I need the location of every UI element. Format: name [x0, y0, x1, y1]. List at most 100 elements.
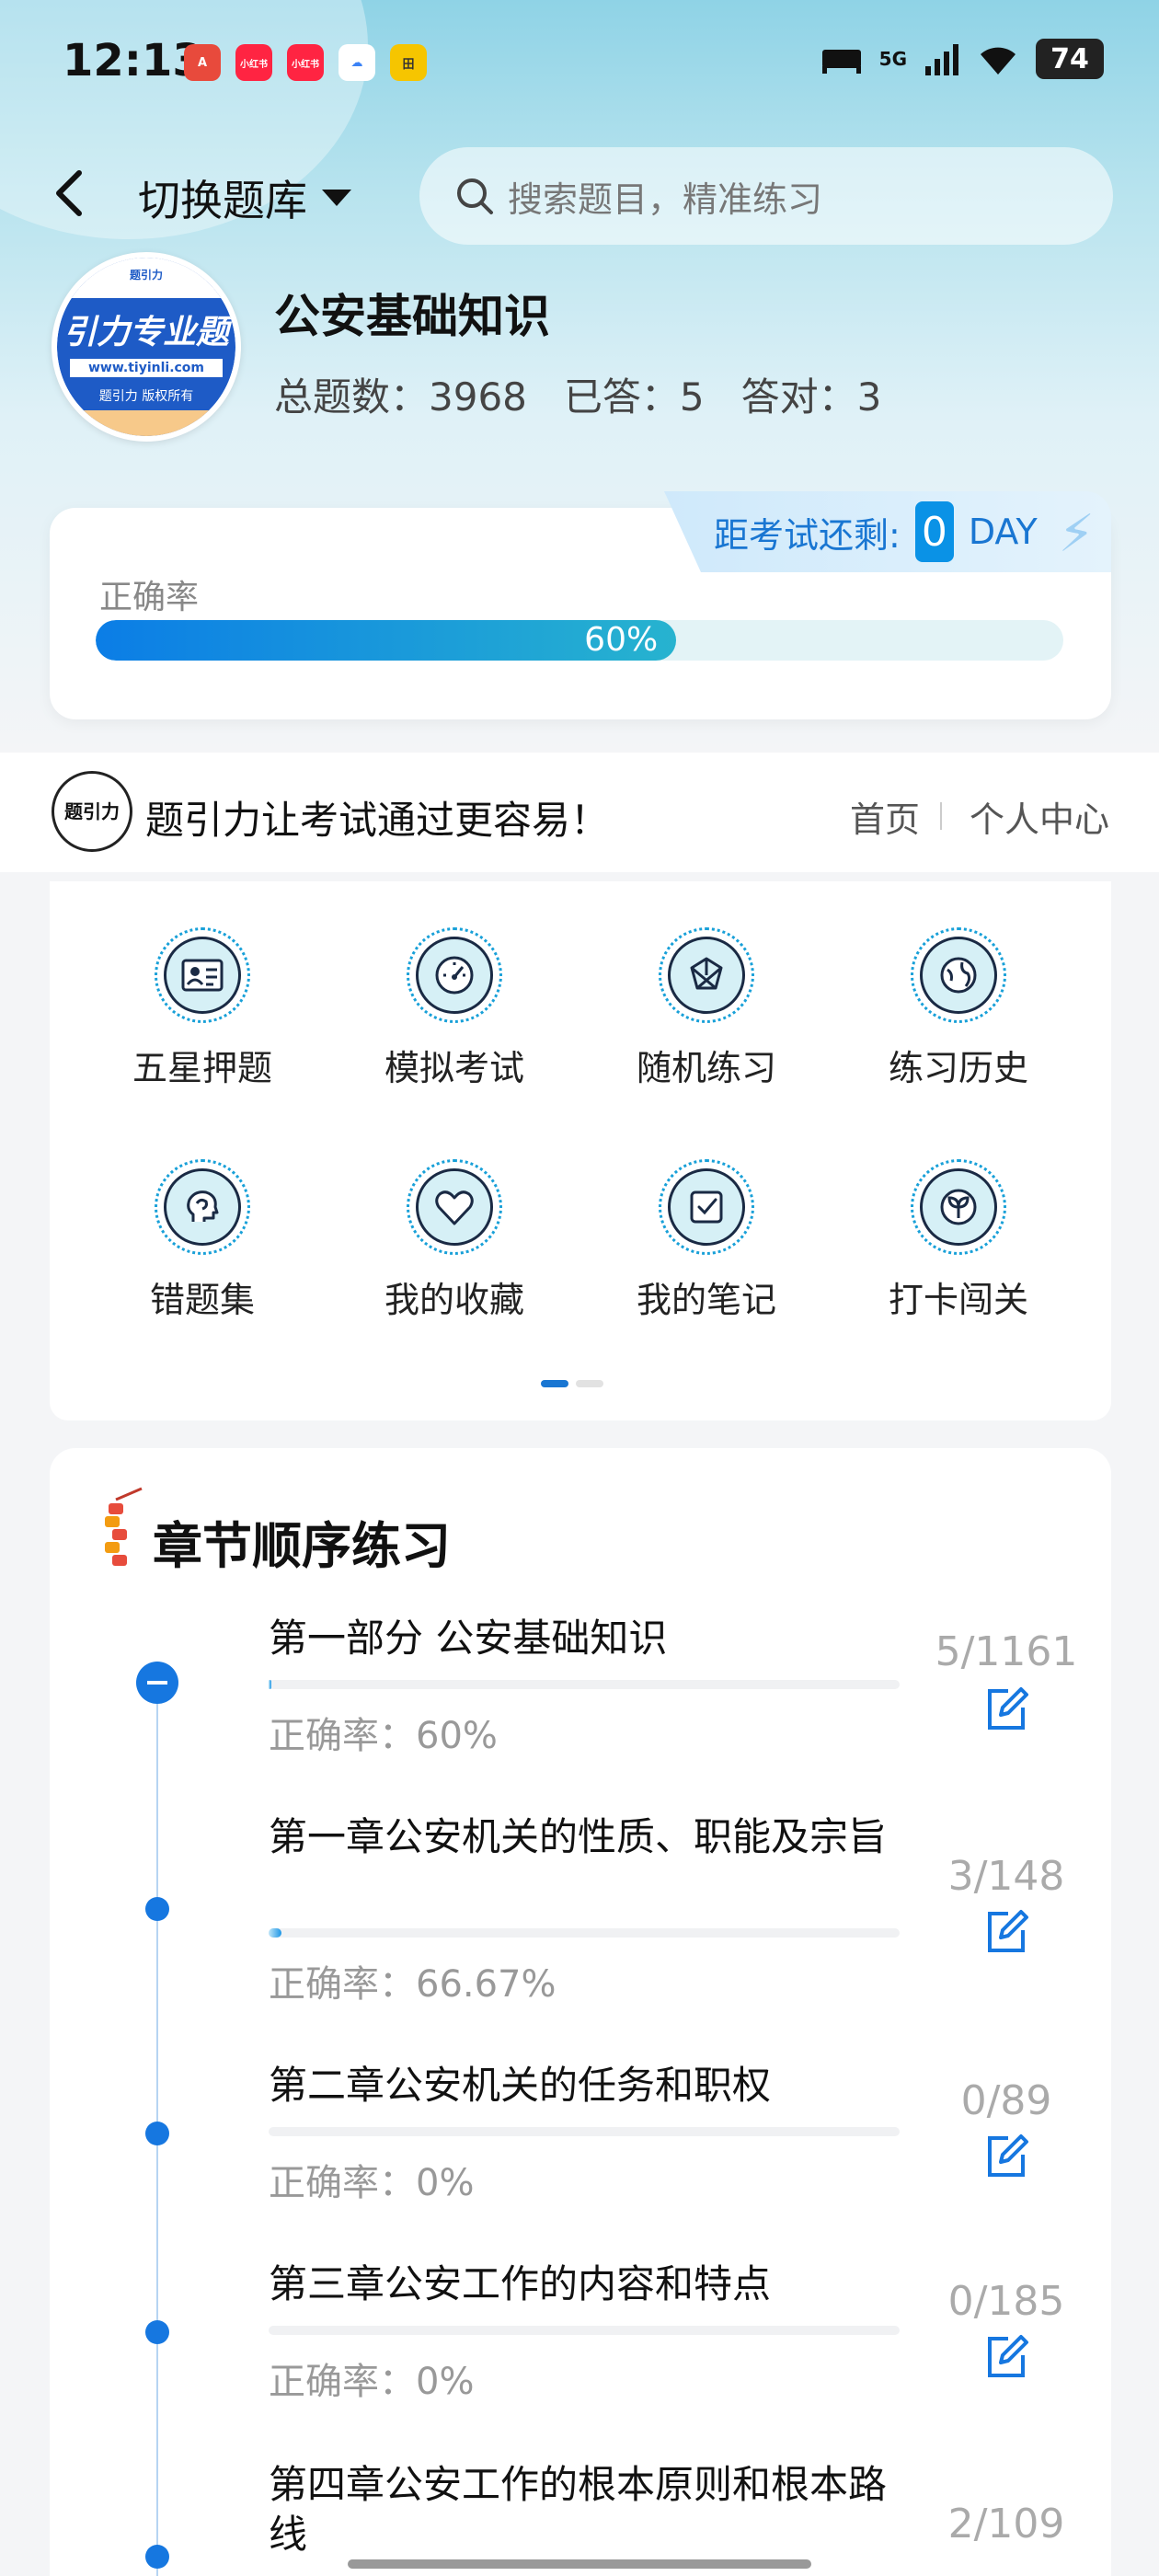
id-card-icon — [181, 959, 224, 992]
firecracker-icon — [105, 1487, 143, 1566]
feature-label: 我的收藏 — [384, 1280, 524, 1320]
timeline-node — [145, 1897, 169, 1921]
chapter-title[interactable]: 第一章公安机关的性质、职能及宗旨 — [269, 1812, 912, 1862]
chapter-title[interactable]: 第四章公安工作的根本原则和根本路线 — [269, 2460, 912, 2559]
bank-title: 公安基础知识 — [274, 290, 550, 343]
feature-five-star[interactable]: 五星押题 — [92, 927, 313, 1090]
promo-banner: 题引力 题引力让考试通过更容易！ 首页 个人中心 — [0, 753, 1159, 872]
feature-favorites[interactable]: 我的收藏 — [344, 1159, 565, 1322]
caret-down-icon — [322, 190, 351, 206]
chapter-progress-bar — [269, 1928, 900, 1938]
feature-practice-history[interactable]: 练习历史 — [848, 927, 1069, 1090]
system-icons: 5G 74 — [820, 39, 1104, 79]
timeline-node — [145, 2545, 169, 2569]
heart-icon — [435, 1190, 474, 1225]
battery-icon: 74 — [1036, 39, 1104, 79]
logo-main-text: 引力专业题 — [63, 314, 229, 351]
collapse-toggle[interactable] — [136, 1662, 178, 1704]
clock: 12:13 — [63, 35, 203, 86]
accuracy-label: 正确率 — [99, 579, 200, 616]
chapter-accuracy: 正确率：0% — [269, 2361, 475, 2403]
search-input[interactable]: 搜索题目，精准练习 — [419, 147, 1113, 245]
edit-icon[interactable] — [981, 1684, 1032, 1735]
section-title: 章节顺序练习 — [153, 1517, 451, 1575]
chapter-accuracy: 正确率：60% — [269, 1715, 498, 1757]
timeline-node — [145, 2122, 169, 2145]
nav-home-link[interactable]: 首页 — [850, 791, 920, 842]
bed-icon — [821, 50, 861, 74]
total-questions: 总题数：3968 — [274, 374, 527, 420]
chapter-accuracy: 正确率：0% — [269, 2162, 475, 2204]
chapter-progress-bar — [269, 2127, 900, 2136]
timeline-node — [145, 2320, 169, 2344]
chapter-count: 0/89 — [960, 2077, 1052, 2124]
chapter-progress-bar — [269, 2326, 900, 2335]
pager-dots — [541, 1380, 603, 1387]
sprout-icon — [940, 1189, 977, 1225]
speedometer-icon — [435, 956, 474, 995]
pager-dot[interactable] — [576, 1380, 603, 1387]
accuracy-progress-fill: 60% — [96, 620, 677, 661]
switch-bank-label: 切换题库 — [138, 176, 307, 225]
edit-icon[interactable] — [981, 1906, 1032, 1958]
signal-icon — [925, 44, 958, 75]
home-indicator — [348, 2559, 811, 2569]
feature-label: 模拟考试 — [384, 1048, 524, 1088]
logo-copyright-text: 题引力 版权所有 — [98, 389, 194, 404]
answered-count: 已答：5 — [563, 374, 705, 420]
feature-label: 错题集 — [149, 1280, 255, 1320]
edit-icon[interactable] — [981, 2131, 1032, 2182]
feature-notes[interactable]: 我的笔记 — [596, 1159, 817, 1322]
network-label: 5G — [878, 48, 907, 70]
chapter-progress-fill — [269, 1928, 281, 1938]
notification-icons: A 小红书 小红书 ☁ 田 — [184, 44, 427, 81]
chapter-title[interactable]: 第二章公安机关的任务和职权 — [269, 2061, 912, 2110]
wifi-icon — [981, 47, 1016, 75]
feature-random-practice[interactable]: 随机练习 — [596, 927, 817, 1090]
countdown-unit: DAY — [968, 512, 1038, 552]
feature-label: 五星押题 — [132, 1048, 272, 1088]
countdown-label: 距考试还剩: — [714, 514, 901, 556]
chapter-accuracy: 正确率：66.67% — [269, 1963, 557, 2006]
feature-check-in[interactable]: 打卡闯关 — [848, 1159, 1069, 1322]
lightning-icon: ⚡ — [1058, 504, 1095, 564]
nav-personal-center-link[interactable]: 个人中心 — [970, 791, 1109, 842]
chapter-count: 2/109 — [947, 2501, 1065, 2547]
brand-icon-text: 题引力 — [64, 800, 120, 822]
app-icon-yellow: 田 — [390, 44, 427, 81]
feature-mock-exam[interactable]: 模拟考试 — [344, 927, 565, 1090]
brand-logo-icon: 题引力 — [52, 771, 132, 852]
switch-bank-dropdown[interactable]: 切换题库 — [138, 167, 351, 228]
chapter-title[interactable]: 第三章公安工作的内容和特点 — [269, 2260, 912, 2309]
head-icon — [187, 1190, 219, 1222]
pager-dot-active[interactable] — [541, 1380, 568, 1387]
bank-logo: 题引力 引力专业题 www.tiyinli.com 题引力 版权所有 — [52, 252, 241, 442]
slogan: 题引力让考试通过更容易！ — [145, 798, 610, 843]
battery-level: 74 — [1050, 42, 1089, 75]
back-button[interactable] — [52, 166, 98, 221]
chapter-progress-bar — [269, 1680, 900, 1689]
logo-url-text: www.tiyinli.com — [70, 359, 223, 377]
app-icon-red-a: A — [184, 44, 221, 81]
nav-divider — [940, 802, 942, 830]
exam-countdown: 距考试还剩: 0 DAY ⚡ — [664, 491, 1111, 572]
globe-icon — [940, 957, 977, 994]
feature-wrong-questions[interactable]: 错题集 — [92, 1159, 313, 1322]
feature-label: 我的笔记 — [636, 1280, 776, 1320]
chapter-count: 0/185 — [947, 2278, 1065, 2325]
note-check-icon — [690, 1190, 723, 1224]
feature-label: 打卡闯关 — [888, 1280, 1028, 1320]
xiaohongshu-icon: 小红书 — [235, 44, 272, 81]
status-bar: 12:13 A 小红书 小红书 ☁ 田 5G 74 — [0, 0, 1159, 129]
chapter-count: 5/1161 — [935, 1628, 1078, 1675]
edit-icon[interactable] — [981, 2331, 1032, 2383]
chevron-left-icon — [56, 170, 82, 216]
search-placeholder: 搜索题目，精准练习 — [508, 178, 823, 220]
search-icon — [457, 178, 493, 214]
countdown-value: 0 — [914, 501, 954, 562]
feature-label: 随机练习 — [636, 1048, 776, 1088]
feature-label: 练习历史 — [888, 1048, 1028, 1088]
chapter-title[interactable]: 第一部分 公安基础知识 — [269, 1614, 912, 1663]
app-icon-blue-cloud: ☁ — [339, 44, 375, 81]
chapter-progress-fill — [269, 1680, 271, 1689]
